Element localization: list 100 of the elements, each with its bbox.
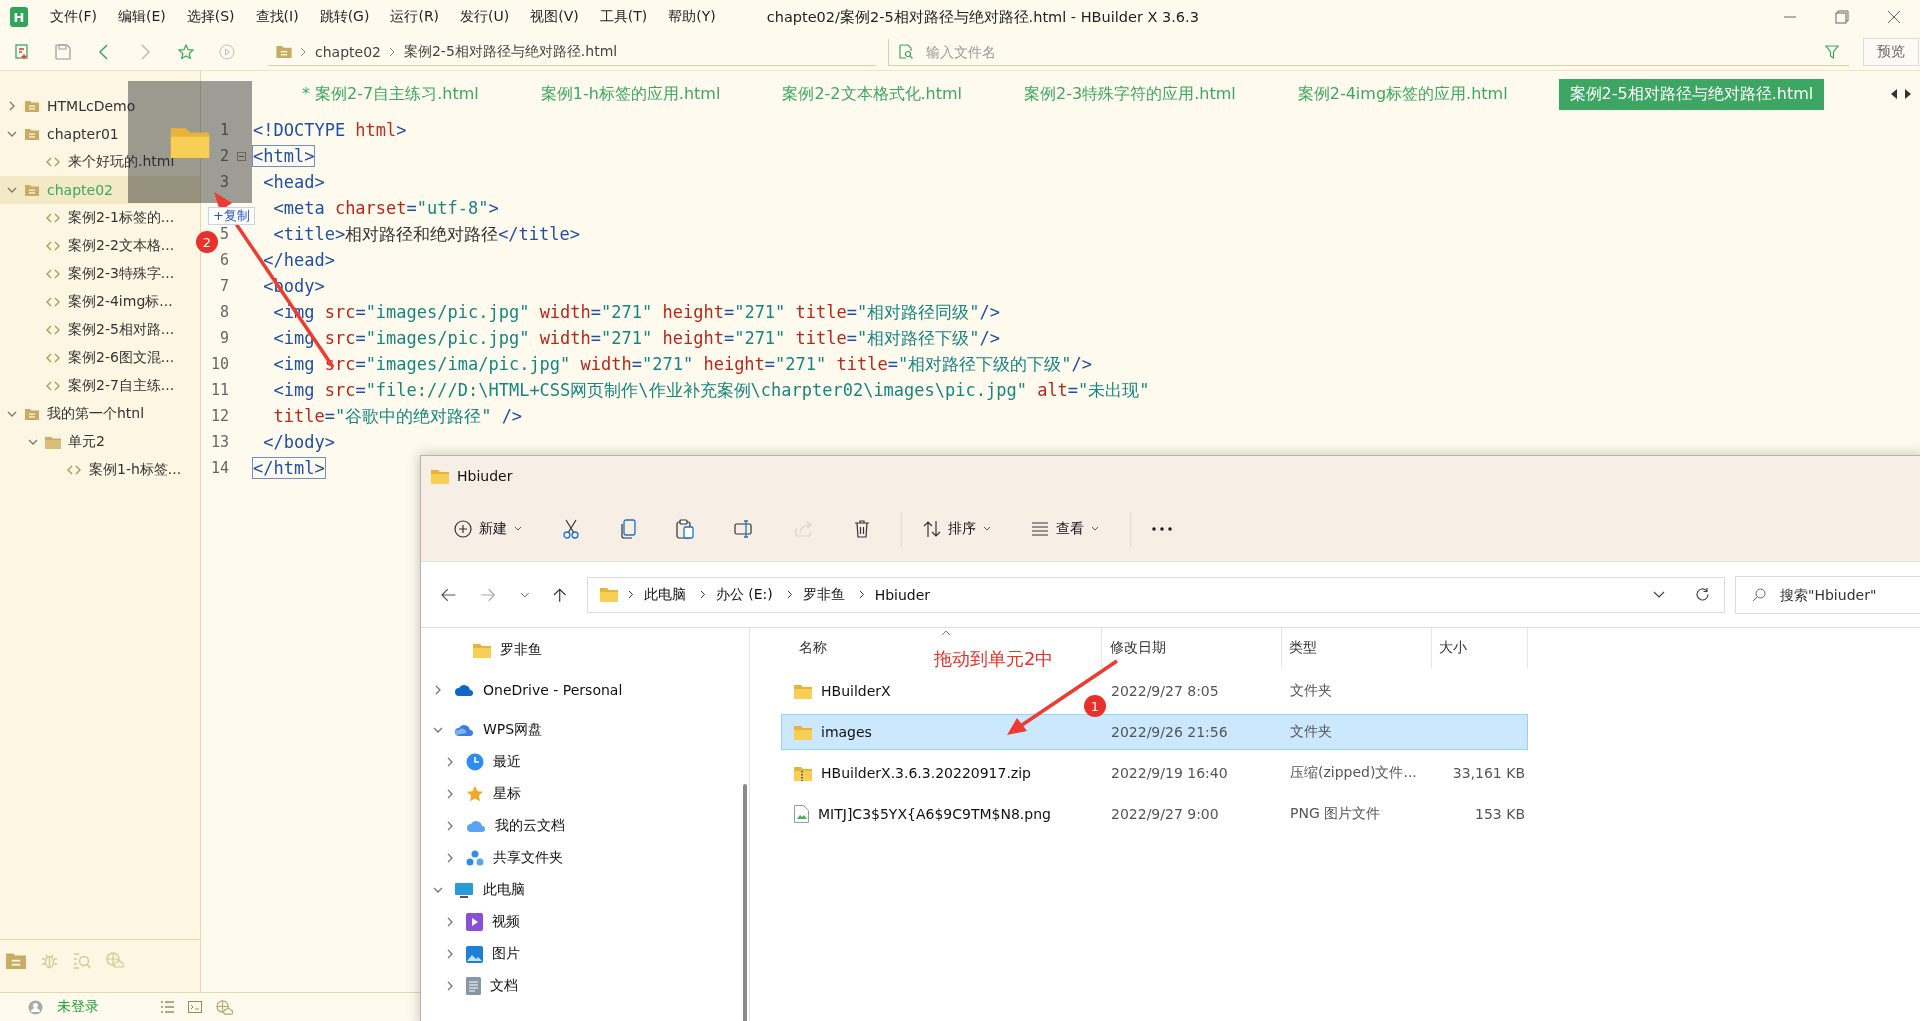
list-icon[interactable] [161, 1001, 174, 1013]
address-segment[interactable]: 办公 (E:) [715, 585, 773, 604]
chevron-down-icon[interactable] [1653, 591, 1665, 598]
scroll-right-icon[interactable] [1904, 89, 1912, 99]
chevron-down-icon[interactable] [7, 409, 17, 419]
user-icon[interactable] [28, 999, 43, 1015]
chevron-right-icon [699, 590, 706, 599]
nav-item[interactable]: 最近 [421, 746, 749, 778]
back-icon[interactable] [441, 587, 457, 602]
tree-item[interactable]: HTMLcDemo [0, 92, 200, 120]
close-icon[interactable] [1887, 10, 1901, 24]
sort-button[interactable]: 排序 [914, 513, 1000, 544]
chevron-right-icon[interactable] [445, 949, 455, 959]
tree-item[interactable]: 案例2-5相对路... [0, 316, 200, 344]
address-segment[interactable]: Hbiuder [874, 586, 931, 603]
filter-icon[interactable] [1825, 44, 1839, 59]
scroll-left-icon[interactable] [1890, 89, 1898, 99]
menu-item[interactable]: 选择(S) [186, 8, 235, 26]
chevron-down-icon[interactable] [519, 591, 530, 598]
restore-icon[interactable] [1835, 10, 1849, 24]
chevron-right-icon[interactable] [445, 853, 455, 863]
chevron-down-icon[interactable] [28, 437, 38, 447]
tree-item[interactable]: 我的第一个htnl [0, 400, 200, 428]
nav-item[interactable]: WPS网盘 [421, 714, 749, 746]
chevron-right-icon[interactable] [445, 917, 455, 927]
copy-tooltip: +复制 [208, 207, 255, 226]
chevron-down-icon[interactable] [7, 129, 17, 139]
nav-item[interactable]: 共享文件夹 [421, 842, 749, 874]
caret-icon [514, 526, 522, 531]
folder-icon [599, 587, 618, 602]
breadcrumb-item[interactable]: chapte02 [315, 43, 381, 60]
file-search-field[interactable]: 输入文件名 [924, 42, 1815, 61]
people-icon [466, 849, 484, 867]
chevron-right-icon[interactable] [445, 821, 455, 831]
address-segment[interactable]: 罗非鱼 [802, 585, 845, 604]
project-folder-icon [25, 408, 39, 420]
file-row[interactable]: images 2022/9/26 21:56 文件夹 [781, 714, 1528, 750]
tree-item[interactable]: 案例2-1标签的... [0, 204, 200, 232]
file-name[interactable]: HBuilderX [821, 683, 891, 699]
menu-item[interactable]: 文件(F) [50, 8, 97, 26]
nav-item[interactable]: 罗非鱼 [421, 634, 749, 666]
menu-item[interactable]: 发行(U) [460, 8, 510, 26]
preview-button[interactable]: 预览 [1863, 38, 1919, 66]
chevron-down-icon[interactable] [433, 725, 443, 735]
caret-icon [1091, 526, 1099, 531]
tree-item[interactable]: 案例2-6图文混... [0, 344, 200, 372]
nav-item[interactable]: 星标 [421, 778, 749, 810]
menu-item[interactable]: 查找(I) [255, 8, 299, 26]
tree-item[interactable]: 案例2-4img标... [0, 288, 200, 316]
chevron-right-icon[interactable] [445, 789, 455, 799]
menu-item[interactable]: 跳转(G) [319, 8, 370, 26]
menu-item[interactable]: 运行(R) [390, 8, 440, 26]
tree-item[interactable]: 案例1-h标签... [0, 456, 200, 484]
nav-item[interactable]: 此电脑 [421, 874, 749, 906]
column-header[interactable]: 类型 [1282, 628, 1432, 668]
menu-item[interactable]: 视图(V) [530, 8, 579, 26]
menu-item[interactable]: 帮助(Y) [668, 8, 716, 26]
file-type: 文件夹 [1289, 681, 1333, 700]
globe-cloud-icon[interactable] [216, 999, 233, 1015]
refresh-icon[interactable] [1695, 587, 1710, 602]
forward-icon[interactable] [480, 587, 496, 602]
file-size: 153 KB [1474, 805, 1526, 824]
address-bar[interactable]: 此电脑 办公 (E:) 罗非鱼 Hbiuder [586, 576, 1725, 613]
menu-item[interactable]: 工具(T) [599, 8, 648, 26]
search-box[interactable]: 搜索"Hbiuder" [1735, 575, 1920, 614]
chevron-right-icon[interactable] [445, 757, 455, 767]
new-button[interactable]: 新建 [445, 513, 531, 544]
project-folder-icon [25, 100, 39, 112]
chevron-right-icon[interactable] [445, 981, 455, 991]
file-name[interactable]: HBuilderX.3.6.3.20220917.zip [821, 765, 1031, 781]
new-file-icon[interactable] [14, 44, 30, 60]
up-icon[interactable] [553, 586, 567, 603]
breadcrumb-item[interactable]: 案例2-5相对路径与绝对路径.html [403, 42, 618, 61]
tree-item[interactable]: 案例2-3特殊字... [0, 260, 200, 288]
tree-item[interactable]: 单元2 [0, 428, 200, 456]
sort-caret-icon[interactable] [941, 630, 951, 636]
menu-item[interactable]: 编辑(E) [118, 8, 166, 26]
chevron-right-icon[interactable] [7, 101, 17, 111]
file-name[interactable]: images [821, 724, 872, 740]
address-segment[interactable]: 此电脑 [643, 585, 686, 604]
column-header[interactable]: 修改日期 [1102, 628, 1282, 668]
star-icon[interactable] [178, 44, 194, 60]
nav-item[interactable]: 文档 [421, 970, 749, 1002]
nav-item[interactable]: 图片 [421, 938, 749, 970]
share-icon [794, 519, 814, 538]
save-icon[interactable] [55, 44, 71, 60]
nav-item[interactable]: 视频 [421, 906, 749, 938]
line-number: 12 [210, 407, 229, 425]
nav-item[interactable]: OneDrive - Personal [421, 674, 749, 706]
terminal-icon[interactable] [188, 1001, 202, 1013]
fold-icon[interactable] [236, 151, 246, 161]
view-button[interactable]: 查看 [1022, 513, 1108, 544]
file-name[interactable]: MITJ]C3$5YX{A6$9C9TM$N8.png [818, 806, 1051, 822]
file-search-box[interactable]: 输入文件名 [888, 38, 1849, 66]
nav-item[interactable]: 我的云文档 [421, 810, 749, 842]
tree-item[interactable]: 案例2-7自主练... [0, 372, 200, 400]
chevron-right-icon[interactable] [433, 685, 443, 695]
line-number: 7 [219, 277, 229, 295]
column-header[interactable]: 大小 [1432, 628, 1528, 668]
chevron-down-icon[interactable] [433, 885, 443, 895]
